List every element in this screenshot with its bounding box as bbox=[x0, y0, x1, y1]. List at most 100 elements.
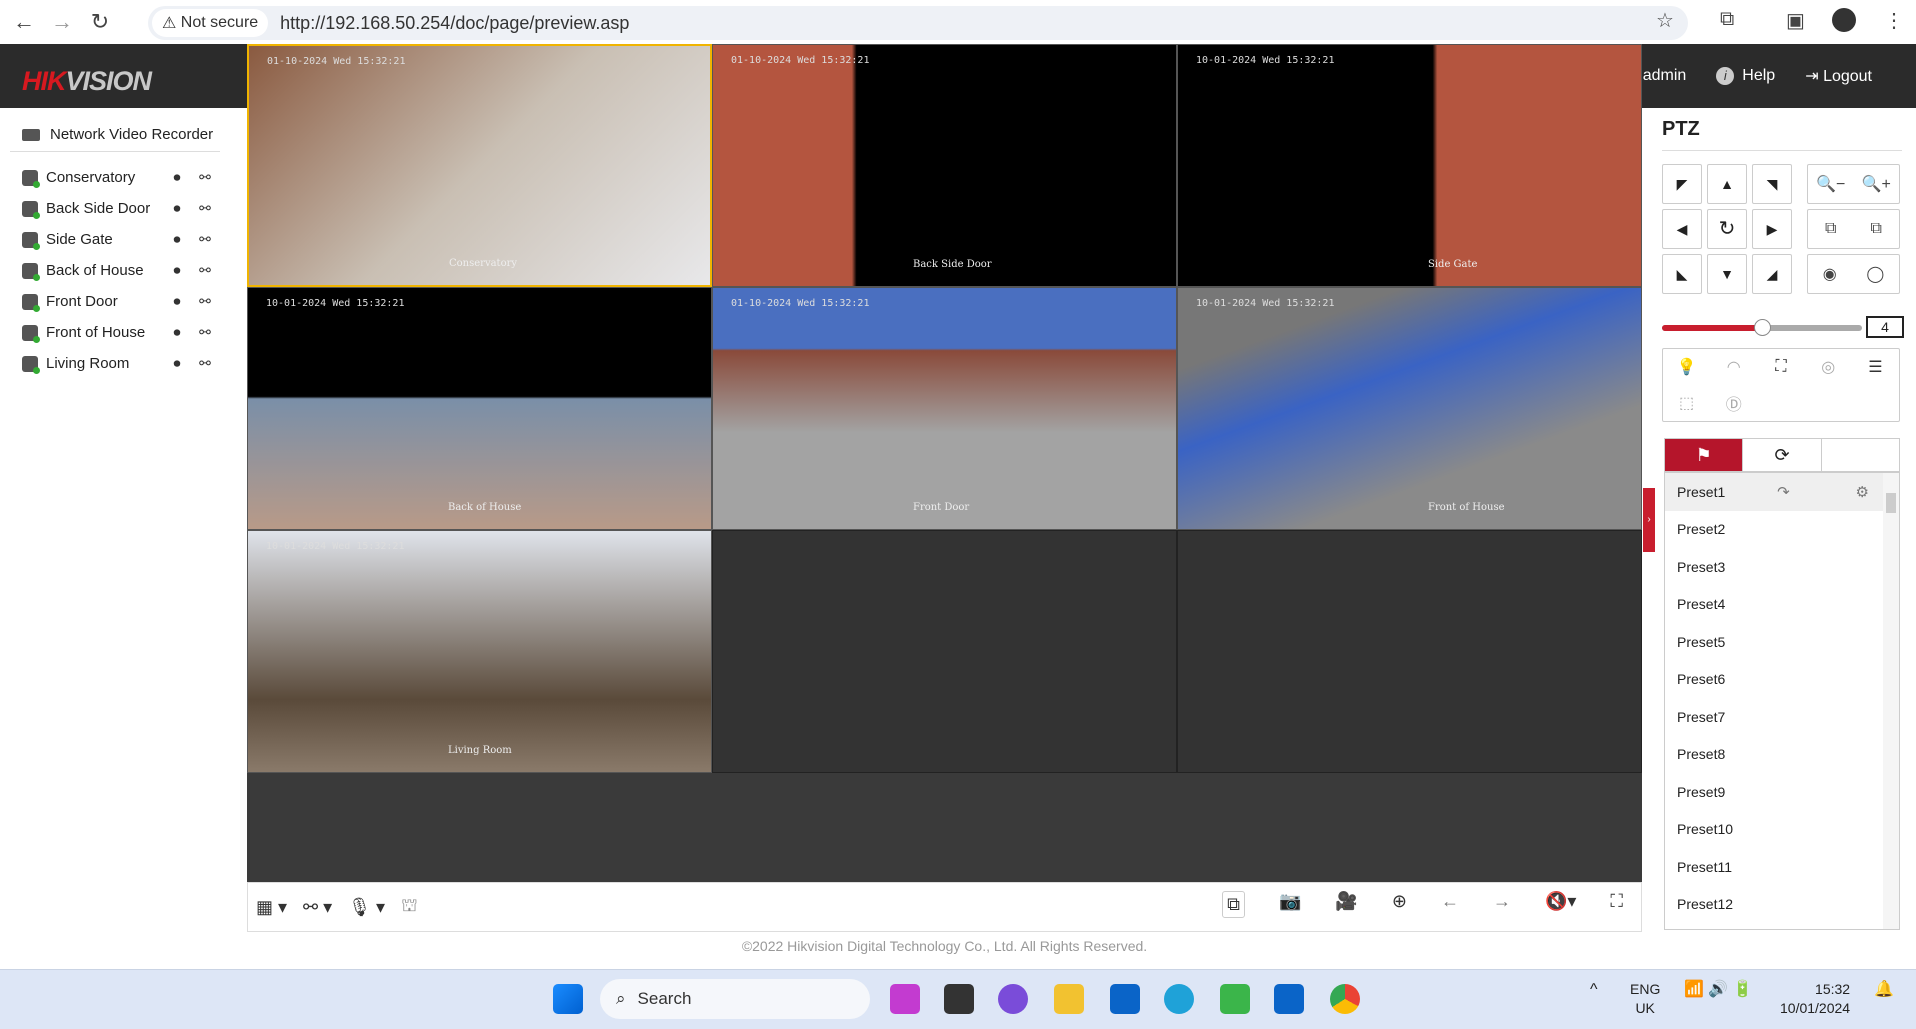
copilot-icon[interactable] bbox=[890, 984, 920, 1014]
pan-left-button[interactable]: ◀ bbox=[1662, 209, 1702, 249]
video-tile[interactable]: 01-10-2024 Wed 15:32:21Conservatory bbox=[247, 44, 712, 287]
language-indicator[interactable]: ENGUK bbox=[1630, 980, 1660, 1018]
preset-item[interactable]: Preset9 bbox=[1665, 773, 1883, 811]
call-preset-icon[interactable]: ↷ bbox=[1777, 483, 1790, 501]
settings-gear-icon[interactable]: ⚙ bbox=[1856, 483, 1869, 501]
stop-all-icon[interactable]: ⧉ bbox=[1222, 891, 1245, 918]
audio-mute-icon[interactable]: 🔇▾ bbox=[1545, 891, 1576, 918]
edge-icon[interactable] bbox=[1164, 984, 1194, 1014]
record-icon[interactable]: ⏺ bbox=[163, 293, 191, 310]
not-secure-badge[interactable]: ⚠ Not secure bbox=[152, 9, 268, 37]
record-icon[interactable]: ⏺ bbox=[163, 324, 191, 341]
auto-focus-icon[interactable]: ⛶ bbox=[1775, 358, 1786, 376]
bookmark-star-icon[interactable]: ☆ bbox=[1656, 8, 1674, 33]
previous-page-icon[interactable]: ← bbox=[1441, 891, 1459, 918]
help-link[interactable]: iHelp bbox=[1716, 67, 1775, 85]
preset-item[interactable]: Preset4 bbox=[1665, 586, 1883, 624]
taskbar-search[interactable]: ⌕Search bbox=[600, 979, 870, 1019]
record-icon[interactable]: ⏺ bbox=[163, 355, 191, 372]
snapshot-icon[interactable]: 📷 bbox=[1279, 891, 1301, 918]
camera-item[interactable]: Back of House⏺⚯ bbox=[0, 255, 247, 286]
menu-icon[interactable]: ⋮ bbox=[1884, 8, 1904, 33]
3d-zoom-icon[interactable]: Ⓓ bbox=[1726, 391, 1742, 415]
clock[interactable]: 15:3210/01/2024 bbox=[1780, 980, 1850, 1018]
pan-down-left-button[interactable]: ◣ bbox=[1662, 254, 1702, 294]
stream-icon[interactable]: ⚯ bbox=[191, 169, 219, 186]
fullscreen-icon[interactable]: ⛶ bbox=[1610, 891, 1623, 918]
video-tile[interactable]: 10-01-2024 Wed 15:32:21Front of House bbox=[1177, 287, 1642, 530]
manual-track-icon[interactable]: ⬚ bbox=[1679, 393, 1694, 413]
profile-avatar[interactable] bbox=[1832, 8, 1856, 32]
microphone-icon[interactable]: 🎙 ▾ bbox=[348, 897, 385, 918]
stream-icon[interactable]: ⚯ bbox=[191, 293, 219, 310]
light-icon[interactable]: 💡 bbox=[1677, 357, 1697, 377]
reload-icon[interactable]: ↻ bbox=[86, 9, 114, 35]
wiper-icon[interactable]: ◠ bbox=[1727, 357, 1741, 377]
camera-item[interactable]: Front Door⏺⚯ bbox=[0, 286, 247, 317]
record-icon[interactable]: ⏺ bbox=[163, 169, 191, 186]
stream-icon[interactable]: ⚯ bbox=[191, 231, 219, 248]
app-icon[interactable] bbox=[998, 984, 1028, 1014]
nvr-root[interactable]: Network Video Recorder bbox=[10, 126, 220, 152]
iris-close-icon[interactable]: ◯ bbox=[1866, 264, 1884, 284]
back-icon[interactable]: ← bbox=[10, 9, 38, 35]
app-icon[interactable] bbox=[1220, 984, 1250, 1014]
app-icon[interactable] bbox=[944, 984, 974, 1014]
preset-item[interactable]: Preset3 bbox=[1665, 548, 1883, 586]
stream-icon[interactable]: ⚯ bbox=[191, 262, 219, 279]
camera-item[interactable]: Conservatory⏺⚯ bbox=[0, 162, 247, 193]
outlook-new-icon[interactable] bbox=[1274, 984, 1304, 1014]
pan-right-button[interactable]: ▶ bbox=[1752, 209, 1792, 249]
preset-item[interactable]: Preset7 bbox=[1665, 698, 1883, 736]
record-icon[interactable]: ⏺ bbox=[163, 231, 191, 248]
preset-scrollbar[interactable] bbox=[1883, 473, 1899, 929]
pan-down-button[interactable]: ▼ bbox=[1707, 254, 1747, 294]
preset-item[interactable]: Preset1↷⚙ bbox=[1665, 473, 1883, 511]
pan-up-right-button[interactable]: ◥ bbox=[1752, 164, 1792, 204]
video-tile[interactable]: 01-10-2024 Wed 15:32:21Back Side Door bbox=[712, 44, 1177, 287]
address-bar[interactable]: ⚠ Not secure http://192.168.50.254/doc/p… bbox=[148, 6, 1688, 40]
tab-patrol[interactable]: ⟳ bbox=[1743, 439, 1821, 471]
sidepanel-icon[interactable]: ▣ bbox=[1786, 8, 1805, 33]
alarm-output-icon[interactable]: ⛫ bbox=[401, 895, 418, 919]
notification-icon[interactable]: 🔔 bbox=[1874, 980, 1894, 999]
preset-item[interactable]: Preset11 bbox=[1665, 848, 1883, 886]
forward-icon[interactable]: → bbox=[48, 9, 76, 35]
pan-down-right-button[interactable]: ◢ bbox=[1752, 254, 1792, 294]
outlook-icon[interactable] bbox=[1110, 984, 1140, 1014]
camera-item[interactable]: Back Side Door⏺⚯ bbox=[0, 193, 247, 224]
preset-item[interactable]: Preset8 bbox=[1665, 736, 1883, 774]
tray-overflow-icon[interactable]: ^ bbox=[1590, 980, 1598, 999]
pan-up-button[interactable]: ▲ bbox=[1707, 164, 1747, 204]
stream-icon[interactable]: ⚯ bbox=[191, 324, 219, 341]
video-tile[interactable]: 10-01-2024 Wed 15:32:21Living Room bbox=[247, 530, 712, 773]
network-volume-battery-icons[interactable]: 📶 🔊 🔋 bbox=[1684, 980, 1753, 999]
pan-up-left-button[interactable]: ◤ bbox=[1662, 164, 1702, 204]
auto-scan-button[interactable]: ↻ bbox=[1707, 209, 1747, 249]
tab-empty[interactable] bbox=[1822, 439, 1899, 471]
camera-item[interactable]: Front of House⏺⚯ bbox=[0, 317, 247, 348]
more-menu-icon[interactable]: ☰ bbox=[1868, 357, 1882, 377]
record-icon[interactable]: ⏺ bbox=[163, 200, 191, 217]
zoom-in-icon[interactable]: 🔍+ bbox=[1862, 174, 1891, 194]
digital-zoom-icon[interactable]: ⊕ bbox=[1392, 891, 1407, 918]
preset-item[interactable]: Preset2 bbox=[1665, 511, 1883, 549]
video-tile[interactable]: 01-10-2024 Wed 15:32:21Front Door bbox=[712, 287, 1177, 530]
preset-item[interactable]: Preset6 bbox=[1665, 661, 1883, 699]
tab-presets[interactable]: ⚑ bbox=[1665, 439, 1743, 471]
video-tile[interactable]: 10-01-2024 Wed 15:32:21Side Gate bbox=[1177, 44, 1642, 287]
empty-tile[interactable] bbox=[712, 530, 1177, 773]
empty-tile[interactable] bbox=[1177, 530, 1642, 773]
user-name[interactable]: admin bbox=[1643, 67, 1687, 85]
file-explorer-icon[interactable] bbox=[1054, 984, 1084, 1014]
stream-icon[interactable]: ⚯ bbox=[191, 355, 219, 372]
chrome-icon[interactable] bbox=[1330, 984, 1360, 1014]
camera-item[interactable]: Living Room⏺⚯ bbox=[0, 348, 247, 379]
preset-item[interactable]: Preset5 bbox=[1665, 623, 1883, 661]
next-page-icon[interactable]: → bbox=[1493, 891, 1511, 918]
windows-start-icon[interactable] bbox=[553, 984, 583, 1014]
iris-open-icon[interactable]: ◉ bbox=[1823, 264, 1837, 284]
focus-near-icon[interactable]: ⧉ bbox=[1825, 220, 1836, 238]
slider-knob[interactable] bbox=[1754, 319, 1771, 336]
stream-type-icon[interactable]: ⚯ ▾ bbox=[303, 897, 332, 918]
